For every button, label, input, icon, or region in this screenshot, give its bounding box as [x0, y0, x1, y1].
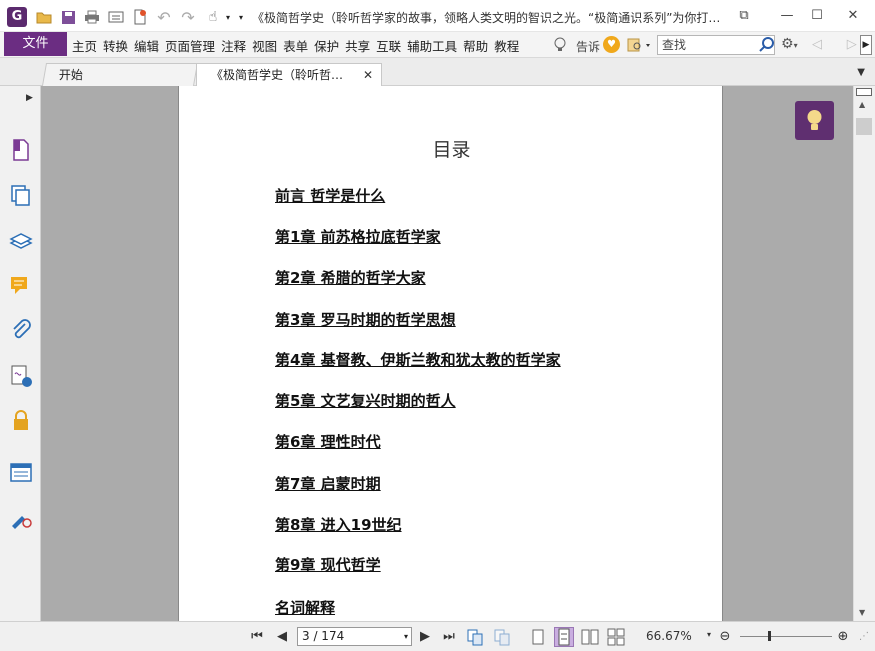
maximize-button[interactable]: ☐: [806, 6, 828, 26]
menu-comment[interactable]: 注释: [221, 36, 246, 55]
bookmark-icon[interactable]: [9, 138, 33, 162]
single-page-layout-icon[interactable]: [528, 627, 548, 647]
tab-start[interactable]: 开始: [41, 63, 199, 86]
save-icon[interactable]: [59, 8, 77, 26]
tab-list-dropdown-icon[interactable]: ▼: [857, 67, 865, 78]
toc-item-chapter-6[interactable]: 第6章 理性时代: [275, 431, 381, 452]
content-panel-icon[interactable]: [9, 461, 33, 485]
title-bar: G ↶ ↷ ☝ ▾ ▾ 《极简哲学史（聆听哲学家的故事，领略人类文明的智识之光。…: [0, 0, 875, 32]
print-icon[interactable]: [83, 8, 101, 26]
scroll-thumb[interactable]: [856, 118, 872, 135]
close-tab-icon[interactable]: ✕: [363, 64, 373, 86]
toc-item-chapter-8[interactable]: 第8章 进入19世纪: [275, 514, 402, 535]
menu-accessibility[interactable]: 辅助工具: [407, 36, 457, 55]
toc-item-glossary[interactable]: 名词解释: [275, 597, 335, 618]
scroll-up-arrow-icon[interactable]: ▲: [859, 100, 865, 109]
menu-convert[interactable]: 转换: [103, 36, 128, 55]
undo-icon[interactable]: ↶: [155, 8, 173, 27]
document-viewer: 目录 前言 哲学是什么 第1章 前苏格拉底哲学家 第2章 希腊的哲学大家 第3章…: [41, 86, 853, 621]
toc-item-chapter-7[interactable]: 第7章 启蒙时期: [275, 473, 381, 494]
tab-active-document[interactable]: 《极简哲学史（聆听哲… ✕: [196, 63, 382, 86]
attachments-icon[interactable]: [9, 319, 33, 343]
document-tab-strip: 开始 《极简哲学史（聆听哲… ✕ ▼: [0, 58, 875, 86]
close-window-button[interactable]: ✕: [842, 6, 864, 26]
menu-help[interactable]: 帮助: [463, 36, 488, 55]
zoom-out-icon[interactable]: ⊖: [716, 628, 734, 646]
zoom-dropdown-icon[interactable]: ▾: [707, 630, 711, 639]
customize-toolbar-icon[interactable]: ▾: [232, 8, 250, 26]
toc-item-chapter-4[interactable]: 第4章 基督教、伊斯兰教和犹太教的哲学家: [275, 349, 561, 370]
security-lock-icon[interactable]: [9, 409, 33, 433]
open-folder-icon[interactable]: [35, 8, 53, 26]
zoom-in-icon[interactable]: ⊕: [834, 628, 852, 646]
lightbulb-icon[interactable]: [553, 37, 567, 56]
toc-title: 目录: [432, 139, 471, 161]
resize-grip-icon[interactable]: ⋰: [855, 628, 873, 646]
toc-item-chapter-3[interactable]: 第3章 罗马时期的哲学思想: [275, 309, 456, 330]
status-bar: ⏮ ◀ 3 / 174 ▾ ▶ ⏭ 66.67% ▾ ⊖ ⊕ ⋰: [0, 621, 875, 651]
toc-item-chapter-5[interactable]: 第5章 文艺复兴时期的哲人: [275, 390, 456, 411]
restore-layout-button[interactable]: ⧉: [733, 6, 755, 26]
lightbulb-icon: [807, 110, 822, 130]
menu-home[interactable]: 主页: [72, 36, 97, 55]
toc-item-chapter-2[interactable]: 第2章 希腊的哲学大家: [275, 267, 426, 288]
menu-view[interactable]: 视图: [252, 36, 277, 55]
menu-edit[interactable]: 编辑: [134, 36, 159, 55]
redo-icon[interactable]: ↷: [179, 8, 197, 27]
pdf-page: 目录 前言 哲学是什么 第1章 前苏格拉底哲学家 第2章 希腊的哲学大家 第3章…: [178, 86, 723, 621]
continuous-layout-icon[interactable]: [554, 627, 574, 647]
toc-item-chapter-1[interactable]: 第1章 前苏格拉底哲学家: [275, 226, 441, 247]
menu-tutorial[interactable]: 教程: [494, 36, 519, 55]
tab-active-label: 《极简哲学史（聆听哲…: [211, 68, 344, 82]
menu-page-manage[interactable]: 页面管理: [165, 36, 215, 55]
find-options-icon[interactable]: [627, 37, 651, 56]
ribbon-menu-bar: 文件 主页 转换 编辑 页面管理 注释 视图 表单 保护 共享 互联 辅助工具 …: [0, 32, 875, 58]
menu-connect[interactable]: 互联: [376, 36, 401, 55]
layers-icon[interactable]: [9, 229, 33, 253]
minimize-button[interactable]: —: [776, 6, 798, 26]
vertical-scrollbar[interactable]: ▲ ▼: [853, 86, 875, 621]
ribbon-scroll-arrows[interactable]: ◁ ▷: [812, 37, 857, 52]
toc-item-preface[interactable]: 前言 哲学是什么: [275, 185, 385, 206]
facing-layout-icon[interactable]: [580, 627, 600, 647]
file-menu-button[interactable]: 文件: [4, 32, 67, 56]
page-number-value: 3 / 174: [302, 629, 345, 643]
ribbon-expand-button[interactable]: ▶: [860, 35, 872, 55]
zoom-slider-thumb[interactable]: [768, 631, 771, 641]
next-view-icon[interactable]: [493, 628, 511, 646]
smart-tips-button[interactable]: [795, 101, 834, 140]
zoom-level[interactable]: 66.67%: [646, 629, 692, 643]
menu-protect[interactable]: 保护: [314, 36, 339, 55]
previous-page-icon[interactable]: ◀: [273, 628, 291, 646]
last-page-icon[interactable]: ⏭: [440, 628, 458, 646]
expand-panel-icon[interactable]: ▶: [26, 93, 33, 103]
signatures-icon[interactable]: [9, 364, 33, 388]
comments-icon[interactable]: [9, 274, 33, 298]
properties-icon[interactable]: [107, 8, 125, 26]
menu-items: 主页 转换 编辑 页面管理 注释 视图 表单 保护 共享 互联 辅助工具 帮助 …: [72, 36, 519, 55]
app-logo[interactable]: G: [7, 7, 27, 27]
heart-icon[interactable]: ♥: [603, 36, 620, 53]
left-navigation-panel: ▶: [0, 86, 41, 621]
scroll-down-arrow-icon[interactable]: ▼: [859, 608, 865, 617]
page-number-input[interactable]: 3 / 174 ▾: [297, 627, 412, 646]
menu-share[interactable]: 共享: [345, 36, 370, 55]
zoom-slider[interactable]: [740, 636, 832, 637]
window-title: 《极简哲学史（聆听哲学家的故事，领略人类文明的智识之光。“极简通识系列”为你打…: [252, 11, 721, 25]
continuous-facing-layout-icon[interactable]: [606, 627, 626, 647]
new-document-icon[interactable]: [131, 8, 149, 26]
page-dropdown-icon[interactable]: ▾: [404, 628, 408, 645]
tell-me-label[interactable]: 告诉: [576, 38, 600, 55]
previous-view-icon[interactable]: [466, 628, 484, 646]
menu-form[interactable]: 表单: [283, 36, 308, 55]
page-thumbnails-icon[interactable]: [9, 184, 33, 208]
search-icon[interactable]: [758, 36, 776, 54]
toc-item-chapter-9[interactable]: 第9章 现代哲学: [275, 554, 381, 575]
certificate-pen-icon[interactable]: [9, 506, 33, 530]
tab-start-label: 开始: [58, 68, 83, 82]
split-view-handle[interactable]: [856, 88, 872, 96]
settings-gear-icon[interactable]: ⚙▾: [781, 36, 798, 52]
next-page-icon[interactable]: ▶: [416, 628, 434, 646]
first-page-icon[interactable]: ⏮: [248, 628, 266, 646]
